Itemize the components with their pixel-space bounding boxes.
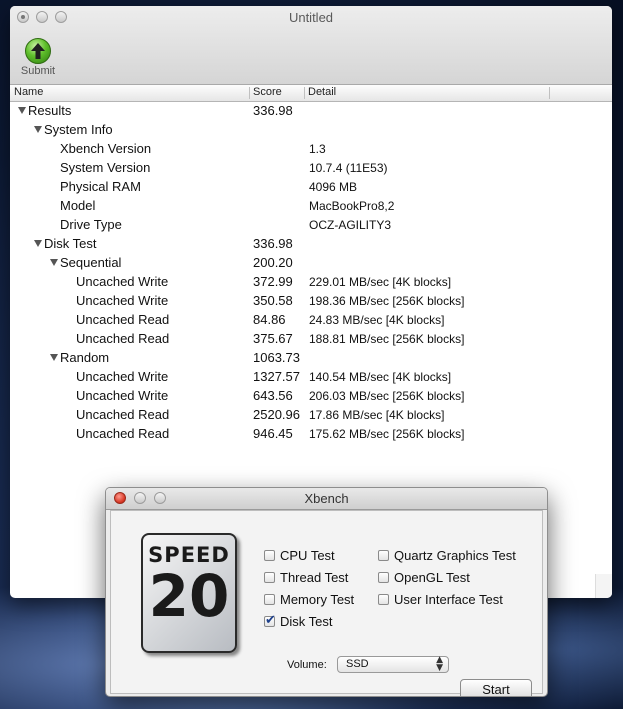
- outline-row[interactable]: Uncached Write 372.99 229.01 MB/sec [4K …: [10, 273, 612, 292]
- outline-row[interactable]: System Info: [10, 121, 612, 140]
- user-interface-test-checkbox[interactable]: User Interface Test: [378, 592, 503, 607]
- outline-row[interactable]: Uncached Read 84.86 24.83 MB/sec [4K blo…: [10, 311, 612, 330]
- cpu-test-checkbox[interactable]: CPU Test: [264, 548, 335, 563]
- outline-row[interactable]: System Version 10.7.4 (11E53): [10, 159, 612, 178]
- dialog-titlebar: Xbench: [106, 488, 547, 510]
- window-title: Untitled: [288, 10, 334, 25]
- submit-button[interactable]: Submit: [16, 38, 60, 82]
- outline-row[interactable]: Uncached Write 1327.57 140.54 MB/sec [4K…: [10, 368, 612, 387]
- xbench-dialog: Xbench SPEED 20 CPU Test Thread Test Mem…: [105, 487, 548, 697]
- checkbox-icon: [264, 550, 275, 561]
- outline-row[interactable]: Model MacBookPro8,2: [10, 197, 612, 216]
- outline-row[interactable]: Uncached Read 2520.96 17.86 MB/sec [4K b…: [10, 406, 612, 425]
- checkbox-icon: [378, 550, 389, 561]
- arrow-up-icon: [25, 38, 51, 64]
- checkbox-icon: [378, 594, 389, 605]
- outline-row[interactable]: Sequential 200.20: [10, 254, 612, 273]
- logo-number-text: 20: [148, 562, 230, 630]
- checkbox-icon: [264, 572, 275, 583]
- outline-row[interactable]: Uncached Write 643.56 206.03 MB/sec [256…: [10, 387, 612, 406]
- disclosure-triangle-icon[interactable]: [50, 259, 58, 266]
- outline-row[interactable]: Results 336.98: [10, 102, 612, 121]
- volume-value: SSD: [346, 658, 369, 670]
- start-button[interactable]: Start: [460, 679, 532, 696]
- outline-row[interactable]: Uncached Read 375.67 188.81 MB/sec [256K…: [10, 330, 612, 349]
- memory-test-checkbox[interactable]: Memory Test: [264, 592, 354, 607]
- checkbox-icon: [378, 572, 389, 583]
- speed-logo: SPEED 20: [141, 533, 237, 653]
- disclosure-triangle-icon[interactable]: [18, 107, 26, 114]
- thread-test-checkbox[interactable]: Thread Test: [264, 570, 348, 585]
- outline-row[interactable]: Uncached Write 350.58 198.36 MB/sec [256…: [10, 292, 612, 311]
- disclosure-triangle-icon[interactable]: [50, 354, 58, 361]
- checkbox-icon: [264, 594, 275, 605]
- column-header-score[interactable]: Score: [253, 86, 282, 98]
- disk-test-checkbox[interactable]: Disk Test: [264, 613, 333, 629]
- opengl-test-checkbox[interactable]: OpenGL Test: [378, 570, 470, 585]
- outline-row[interactable]: Physical RAM 4096 MB: [10, 178, 612, 197]
- submit-label: Submit: [20, 65, 56, 77]
- checkbox-checked-icon: [264, 613, 276, 628]
- window-titlebar: Untitled Submit: [10, 6, 612, 85]
- resize-corner[interactable]: [595, 574, 612, 598]
- disclosure-triangle-icon[interactable]: [34, 240, 42, 247]
- outline-row[interactable]: Drive Type OCZ-AGILITY3: [10, 216, 612, 235]
- outline-row[interactable]: Xbench Version 1.3: [10, 140, 612, 159]
- table-header: Name Score Detail: [10, 85, 612, 102]
- up-down-arrows-icon: ▲ ▼: [436, 655, 443, 673]
- quartz-graphics-test-checkbox[interactable]: Quartz Graphics Test: [378, 548, 516, 563]
- column-header-name[interactable]: Name: [14, 86, 43, 98]
- column-header-detail[interactable]: Detail: [308, 86, 336, 98]
- disclosure-triangle-icon[interactable]: [34, 126, 42, 133]
- dialog-title: Xbench: [304, 491, 349, 506]
- dialog-body: SPEED 20 CPU Test Thread Test Memory Tes…: [110, 510, 543, 696]
- volume-select[interactable]: SSD ▲ ▼: [337, 656, 449, 673]
- outline-row[interactable]: Disk Test 336.98: [10, 235, 612, 254]
- volume-label: Volume:: [287, 659, 327, 671]
- outline-row[interactable]: Random 1063.73: [10, 349, 612, 368]
- outline-row[interactable]: Uncached Read 946.45 175.62 MB/sec [256K…: [10, 425, 612, 444]
